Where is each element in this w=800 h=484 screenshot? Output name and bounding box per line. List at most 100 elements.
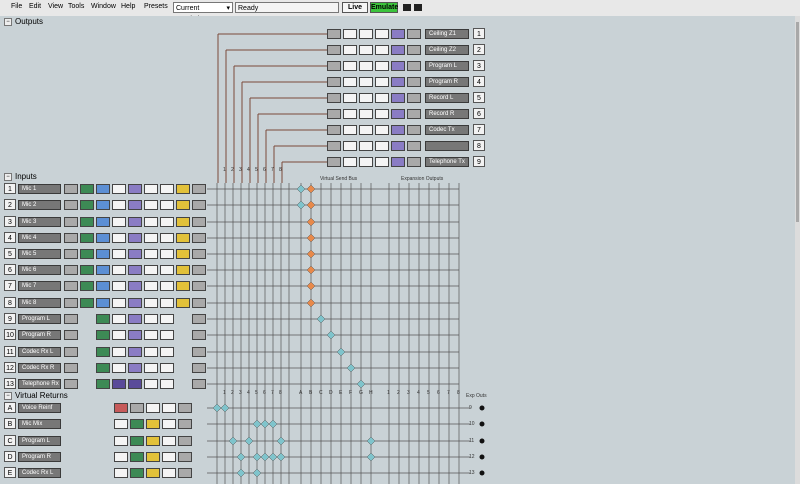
- virtual-return-block[interactable]: [130, 403, 144, 413]
- output-block[interactable]: [359, 77, 373, 87]
- input-block[interactable]: [80, 184, 94, 194]
- virtual-return-block[interactable]: [146, 436, 160, 446]
- output-block[interactable]: [391, 61, 405, 71]
- input-block[interactable]: [176, 233, 190, 243]
- input-name[interactable]: Codec Rx R: [18, 363, 61, 373]
- virtual-return-block[interactable]: [130, 468, 144, 478]
- output-block[interactable]: [375, 29, 389, 39]
- output-block[interactable]: [327, 29, 341, 39]
- input-name[interactable]: Mic 6: [18, 265, 61, 275]
- virtual-return-block[interactable]: [130, 452, 144, 462]
- input-block[interactable]: [128, 347, 142, 357]
- input-block[interactable]: [64, 281, 78, 291]
- output-block[interactable]: [343, 109, 357, 119]
- input-block[interactable]: [112, 184, 126, 194]
- output-name[interactable]: Ceiling Z1: [425, 29, 469, 39]
- input-name[interactable]: Mic 1: [18, 184, 61, 194]
- output-block[interactable]: [407, 45, 421, 55]
- input-block[interactable]: [144, 217, 158, 227]
- output-block[interactable]: [343, 93, 357, 103]
- input-name[interactable]: Mic 3: [18, 217, 61, 227]
- input-block[interactable]: [96, 265, 110, 275]
- input-block[interactable]: [192, 217, 206, 227]
- input-block[interactable]: [96, 217, 110, 227]
- input-block[interactable]: [112, 314, 126, 324]
- disconnect-icon[interactable]: [414, 4, 422, 11]
- input-block[interactable]: [96, 330, 110, 340]
- input-block[interactable]: [192, 298, 206, 308]
- input-block[interactable]: [176, 281, 190, 291]
- presets-label[interactable]: Presets: [144, 3, 168, 10]
- output-block[interactable]: [359, 29, 373, 39]
- input-block[interactable]: [144, 233, 158, 243]
- virtual-return-block[interactable]: [162, 468, 176, 478]
- input-block[interactable]: [128, 379, 142, 389]
- input-block[interactable]: [192, 233, 206, 243]
- input-block[interactable]: [160, 330, 174, 340]
- virtual-return-block[interactable]: [114, 452, 128, 462]
- input-block[interactable]: [96, 379, 110, 389]
- input-block[interactable]: [192, 200, 206, 210]
- input-block[interactable]: [64, 314, 78, 324]
- virtual-returns-toggle[interactable]: −: [4, 392, 12, 400]
- input-block[interactable]: [64, 265, 78, 275]
- menu-file[interactable]: File: [11, 3, 22, 10]
- preset-select[interactable]: Current Emulation▾: [173, 2, 233, 23]
- input-block[interactable]: [176, 184, 190, 194]
- input-block[interactable]: [128, 184, 142, 194]
- output-block[interactable]: [407, 109, 421, 119]
- menu-help[interactable]: Help: [121, 3, 135, 10]
- input-block[interactable]: [128, 217, 142, 227]
- output-block[interactable]: [343, 45, 357, 55]
- input-name[interactable]: Mic 2: [18, 200, 61, 210]
- input-name[interactable]: Mic 4: [18, 233, 61, 243]
- input-block[interactable]: [64, 233, 78, 243]
- input-name[interactable]: Mic 8: [18, 298, 61, 308]
- emulate-button[interactable]: Emulate: [370, 2, 398, 13]
- input-block[interactable]: [176, 265, 190, 275]
- input-block[interactable]: [80, 217, 94, 227]
- input-block[interactable]: [96, 363, 110, 373]
- input-block[interactable]: [96, 347, 110, 357]
- output-block[interactable]: [375, 157, 389, 167]
- input-block[interactable]: [144, 314, 158, 324]
- output-block[interactable]: [327, 141, 341, 151]
- output-block[interactable]: [375, 125, 389, 135]
- virtual-return-block[interactable]: [162, 452, 176, 462]
- output-block[interactable]: [343, 157, 357, 167]
- input-name[interactable]: Codec Rx L: [18, 347, 61, 357]
- output-block[interactable]: [343, 77, 357, 87]
- output-block[interactable]: [407, 29, 421, 39]
- input-block[interactable]: [112, 233, 126, 243]
- scrollbar-thumb[interactable]: [796, 22, 799, 222]
- output-block[interactable]: [391, 93, 405, 103]
- virtual-return-name[interactable]: Program L: [18, 436, 61, 446]
- input-name[interactable]: Program L: [18, 314, 61, 324]
- input-block[interactable]: [64, 298, 78, 308]
- virtual-return-name[interactable]: Voice Reinf: [18, 403, 61, 413]
- output-name[interactable]: Record L: [425, 93, 469, 103]
- output-block[interactable]: [359, 157, 373, 167]
- output-block[interactable]: [391, 125, 405, 135]
- input-name[interactable]: Program R: [18, 330, 61, 340]
- input-block[interactable]: [112, 298, 126, 308]
- input-name[interactable]: Mic 7: [18, 281, 61, 291]
- input-block[interactable]: [128, 233, 142, 243]
- output-name[interactable]: Program L: [425, 61, 469, 71]
- virtual-return-block[interactable]: [162, 419, 176, 429]
- input-block[interactable]: [128, 330, 142, 340]
- input-block[interactable]: [112, 249, 126, 259]
- virtual-return-block[interactable]: [130, 419, 144, 429]
- output-block[interactable]: [407, 61, 421, 71]
- output-block[interactable]: [343, 141, 357, 151]
- input-block[interactable]: [176, 200, 190, 210]
- input-block[interactable]: [192, 347, 206, 357]
- input-block[interactable]: [192, 379, 206, 389]
- output-block[interactable]: [391, 141, 405, 151]
- input-block[interactable]: [112, 200, 126, 210]
- input-block[interactable]: [192, 314, 206, 324]
- input-block[interactable]: [160, 298, 174, 308]
- input-block[interactable]: [128, 298, 142, 308]
- virtual-return-block[interactable]: [114, 468, 128, 478]
- virtual-return-block[interactable]: [178, 436, 192, 446]
